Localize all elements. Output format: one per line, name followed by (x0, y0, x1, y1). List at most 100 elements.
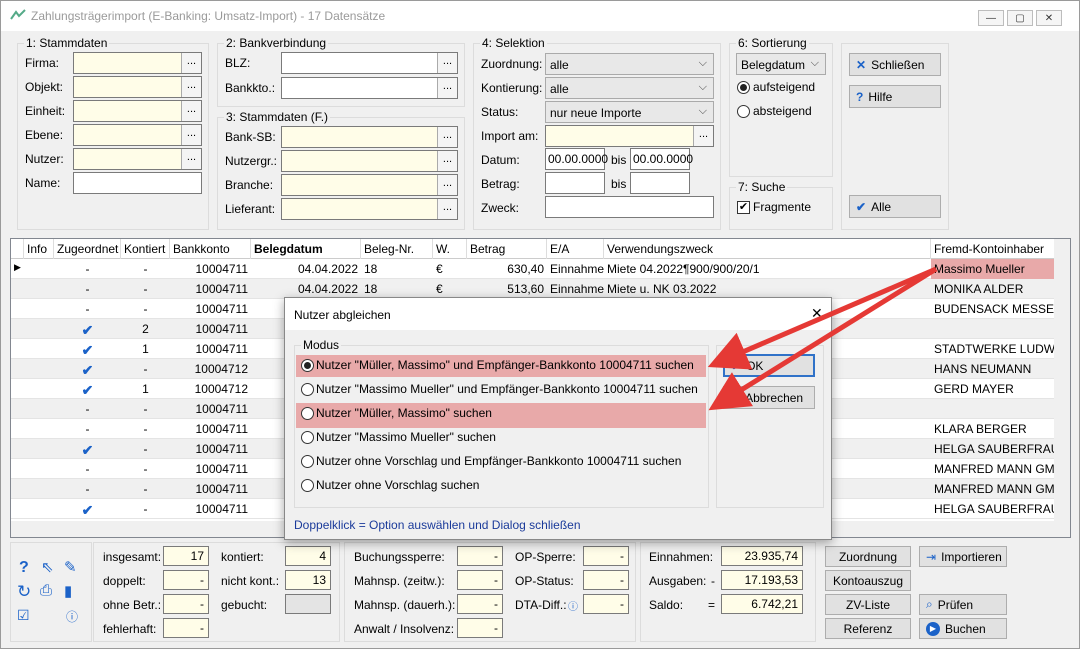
hilfe-button[interactable]: ? Hilfe (849, 85, 941, 108)
col-fremd-kontoinhaber[interactable]: Fremd-Kontoinhaber (931, 239, 1056, 259)
nutzer-label: Nutzer: (25, 152, 64, 166)
schliessen-button[interactable]: ✕ Schließen (849, 53, 941, 76)
col-kontiert[interactable]: Kontiert (121, 239, 170, 259)
option-ohne-vorschlag-konto[interactable]: Nutzer ohne Vorschlag und Empfänger-Bank… (296, 451, 706, 473)
bank-sb-lookup-button[interactable]: ... (437, 127, 457, 147)
print-icon[interactable]: ⎙ (40, 582, 52, 599)
objekt-lookup-button[interactable]: ... (181, 77, 201, 97)
branche-field[interactable]: ... (281, 174, 458, 196)
refresh-icon[interactable]: ↻ (17, 582, 31, 602)
help-icon[interactable]: ? (19, 559, 29, 577)
alle-button[interactable]: ✔ Alle (849, 195, 941, 218)
lieferant-lookup-button[interactable]: ... (437, 199, 457, 219)
radio-button[interactable] (301, 431, 314, 444)
checkbox-icon[interactable]: ☑ (17, 607, 30, 624)
vertical-scrollbar[interactable] (1054, 239, 1070, 537)
radio-button[interactable] (301, 383, 314, 396)
zv-liste-button[interactable]: ZV-Liste (825, 594, 911, 615)
nutzer-field[interactable]: ... (73, 148, 202, 170)
option-massimo-mueller-konto[interactable]: Nutzer "Massimo Mueller" und Empfänger-B… (296, 379, 706, 401)
col-belegdatum[interactable]: Belegdatum (251, 239, 361, 259)
col-bankkonto[interactable]: Bankkonto (170, 239, 251, 259)
gebucht-value (285, 594, 331, 614)
table-row[interactable]: ▶ - - 10004711 04.04.2022 18 €630,40 Einnahme Mi… (11, 259, 1056, 279)
ausgaben-label: Ausgaben: (649, 574, 707, 588)
nutzergruppe-field[interactable]: ... (281, 150, 458, 172)
name-field[interactable] (73, 172, 202, 194)
datum-to-field[interactable]: 00.00.0000 (630, 148, 693, 170)
option-mueller-massimo-konto[interactable]: Nutzer "Müller, Massimo" und Empfänger-B… (296, 355, 706, 377)
radio-button[interactable] (301, 455, 314, 468)
dialog-close-icon[interactable]: ✕ (811, 305, 823, 322)
pruefen-button[interactable]: ⌕ Prüfen (919, 594, 1007, 615)
bankkonto-lookup-button[interactable]: ... (437, 78, 457, 98)
table-row[interactable]: - - 10004711 04.04.2022 18 €513,60 Einnahme Mie… (11, 279, 1056, 299)
blz-lookup-button[interactable]: ... (437, 53, 457, 73)
nutzer-lookup-button[interactable]: ... (181, 149, 201, 169)
doppelt-value: - (163, 570, 209, 590)
radio-button[interactable] (301, 479, 314, 492)
maximize-button[interactable]: ▢ (1007, 10, 1033, 26)
minimize-button[interactable]: — (978, 10, 1004, 26)
zweck-field[interactable] (545, 196, 714, 218)
abbrechen-button[interactable]: ✕ Abbrechen (723, 386, 815, 409)
nutzergruppe-lookup-button[interactable]: ... (437, 151, 457, 171)
fragmente-label: Fragmente (753, 200, 812, 214)
import-am-lookup-button[interactable]: ... (693, 126, 713, 146)
import-am-field[interactable]: ... (545, 125, 714, 147)
ebene-field[interactable]: ... (73, 124, 202, 146)
bank-sb-field[interactable]: ... (281, 126, 458, 148)
zuordnung-select[interactable]: alle ⌵ (545, 53, 714, 75)
datum-from-field[interactable]: 00.00.0000 (545, 148, 608, 170)
referenz-button[interactable]: Referenz (825, 618, 911, 639)
pencil-icon[interactable]: ✎ (64, 558, 77, 576)
cursor-icon[interactable]: ⇖ (41, 558, 54, 576)
col-beleg-nr[interactable]: Beleg-Nr. (361, 239, 433, 259)
zuordnung-button[interactable]: Zuordnung (825, 546, 911, 567)
betrag-to-field[interactable] (630, 172, 690, 194)
alle-label: Alle (871, 199, 892, 214)
cell-kont: - (143, 422, 148, 436)
option-mueller-massimo[interactable]: Nutzer "Müller, Massimo" suchen (296, 403, 706, 428)
col-zugeordnet[interactable]: Zugeordnet (54, 239, 121, 259)
cell-konto: 10004711 (195, 482, 249, 496)
option-label: Nutzer ohne Vorschlag suchen (316, 478, 480, 492)
col-waehrung[interactable]: W. (433, 239, 467, 259)
info-icon[interactable]: ⓘ (66, 608, 78, 625)
absteigend-radio[interactable] (737, 105, 750, 118)
ebene-lookup-button[interactable]: ... (181, 125, 201, 145)
importieren-button[interactable]: ⇥ Importieren (919, 546, 1007, 567)
einheit-lookup-button[interactable]: ... (181, 101, 201, 121)
col-ea[interactable]: E/A (547, 239, 604, 259)
dialog-hint: Doppelklick = Option auswählen und Dialo… (294, 518, 581, 532)
nutzer-abgleichen-dialog: Nutzer abgleichen ✕ Modus Nutzer "Müller… (284, 297, 832, 540)
betrag-from-field[interactable] (545, 172, 605, 194)
col-info[interactable]: Info (24, 239, 54, 259)
bankkonto-field[interactable]: ... (281, 77, 458, 99)
col-betrag[interactable]: Betrag (467, 239, 547, 259)
option-ohne-vorschlag[interactable]: Nutzer ohne Vorschlag suchen (296, 475, 706, 497)
lieferant-field[interactable]: ... (281, 198, 458, 220)
buchen-button[interactable]: ▶ Buchen (919, 618, 1007, 639)
radio-button[interactable] (301, 407, 314, 420)
blz-field[interactable]: ... (281, 52, 458, 74)
firma-lookup-button[interactable]: ... (181, 53, 201, 73)
radio-button[interactable] (301, 359, 314, 372)
col-verwendungszweck[interactable]: Verwendungszweck (604, 239, 931, 259)
option-massimo-mueller[interactable]: Nutzer "Massimo Mueller" suchen (296, 427, 706, 449)
kontoauszug-button[interactable]: Kontoauszug (825, 570, 911, 591)
kontierung-select[interactable]: alle ⌵ (545, 77, 714, 99)
firma-field[interactable]: ... (73, 52, 202, 74)
einheit-field[interactable]: ... (73, 100, 202, 122)
info-icon[interactable]: ⓘ (568, 598, 578, 613)
status-select[interactable]: nur neue Importe ⌵ (545, 101, 714, 123)
sortierung-select[interactable]: Belegdatum ⌵ (736, 53, 826, 75)
ok-button[interactable]: ✔ OK (723, 354, 815, 377)
fragmente-checkbox[interactable]: ✔ (737, 201, 750, 214)
close-icon: ✕ (730, 390, 741, 405)
office-icon[interactable]: ▮ (64, 582, 72, 600)
objekt-field[interactable]: ... (73, 76, 202, 98)
branche-lookup-button[interactable]: ... (437, 175, 457, 195)
aufsteigend-radio[interactable] (737, 81, 750, 94)
close-window-button[interactable]: ✕ (1036, 10, 1062, 26)
